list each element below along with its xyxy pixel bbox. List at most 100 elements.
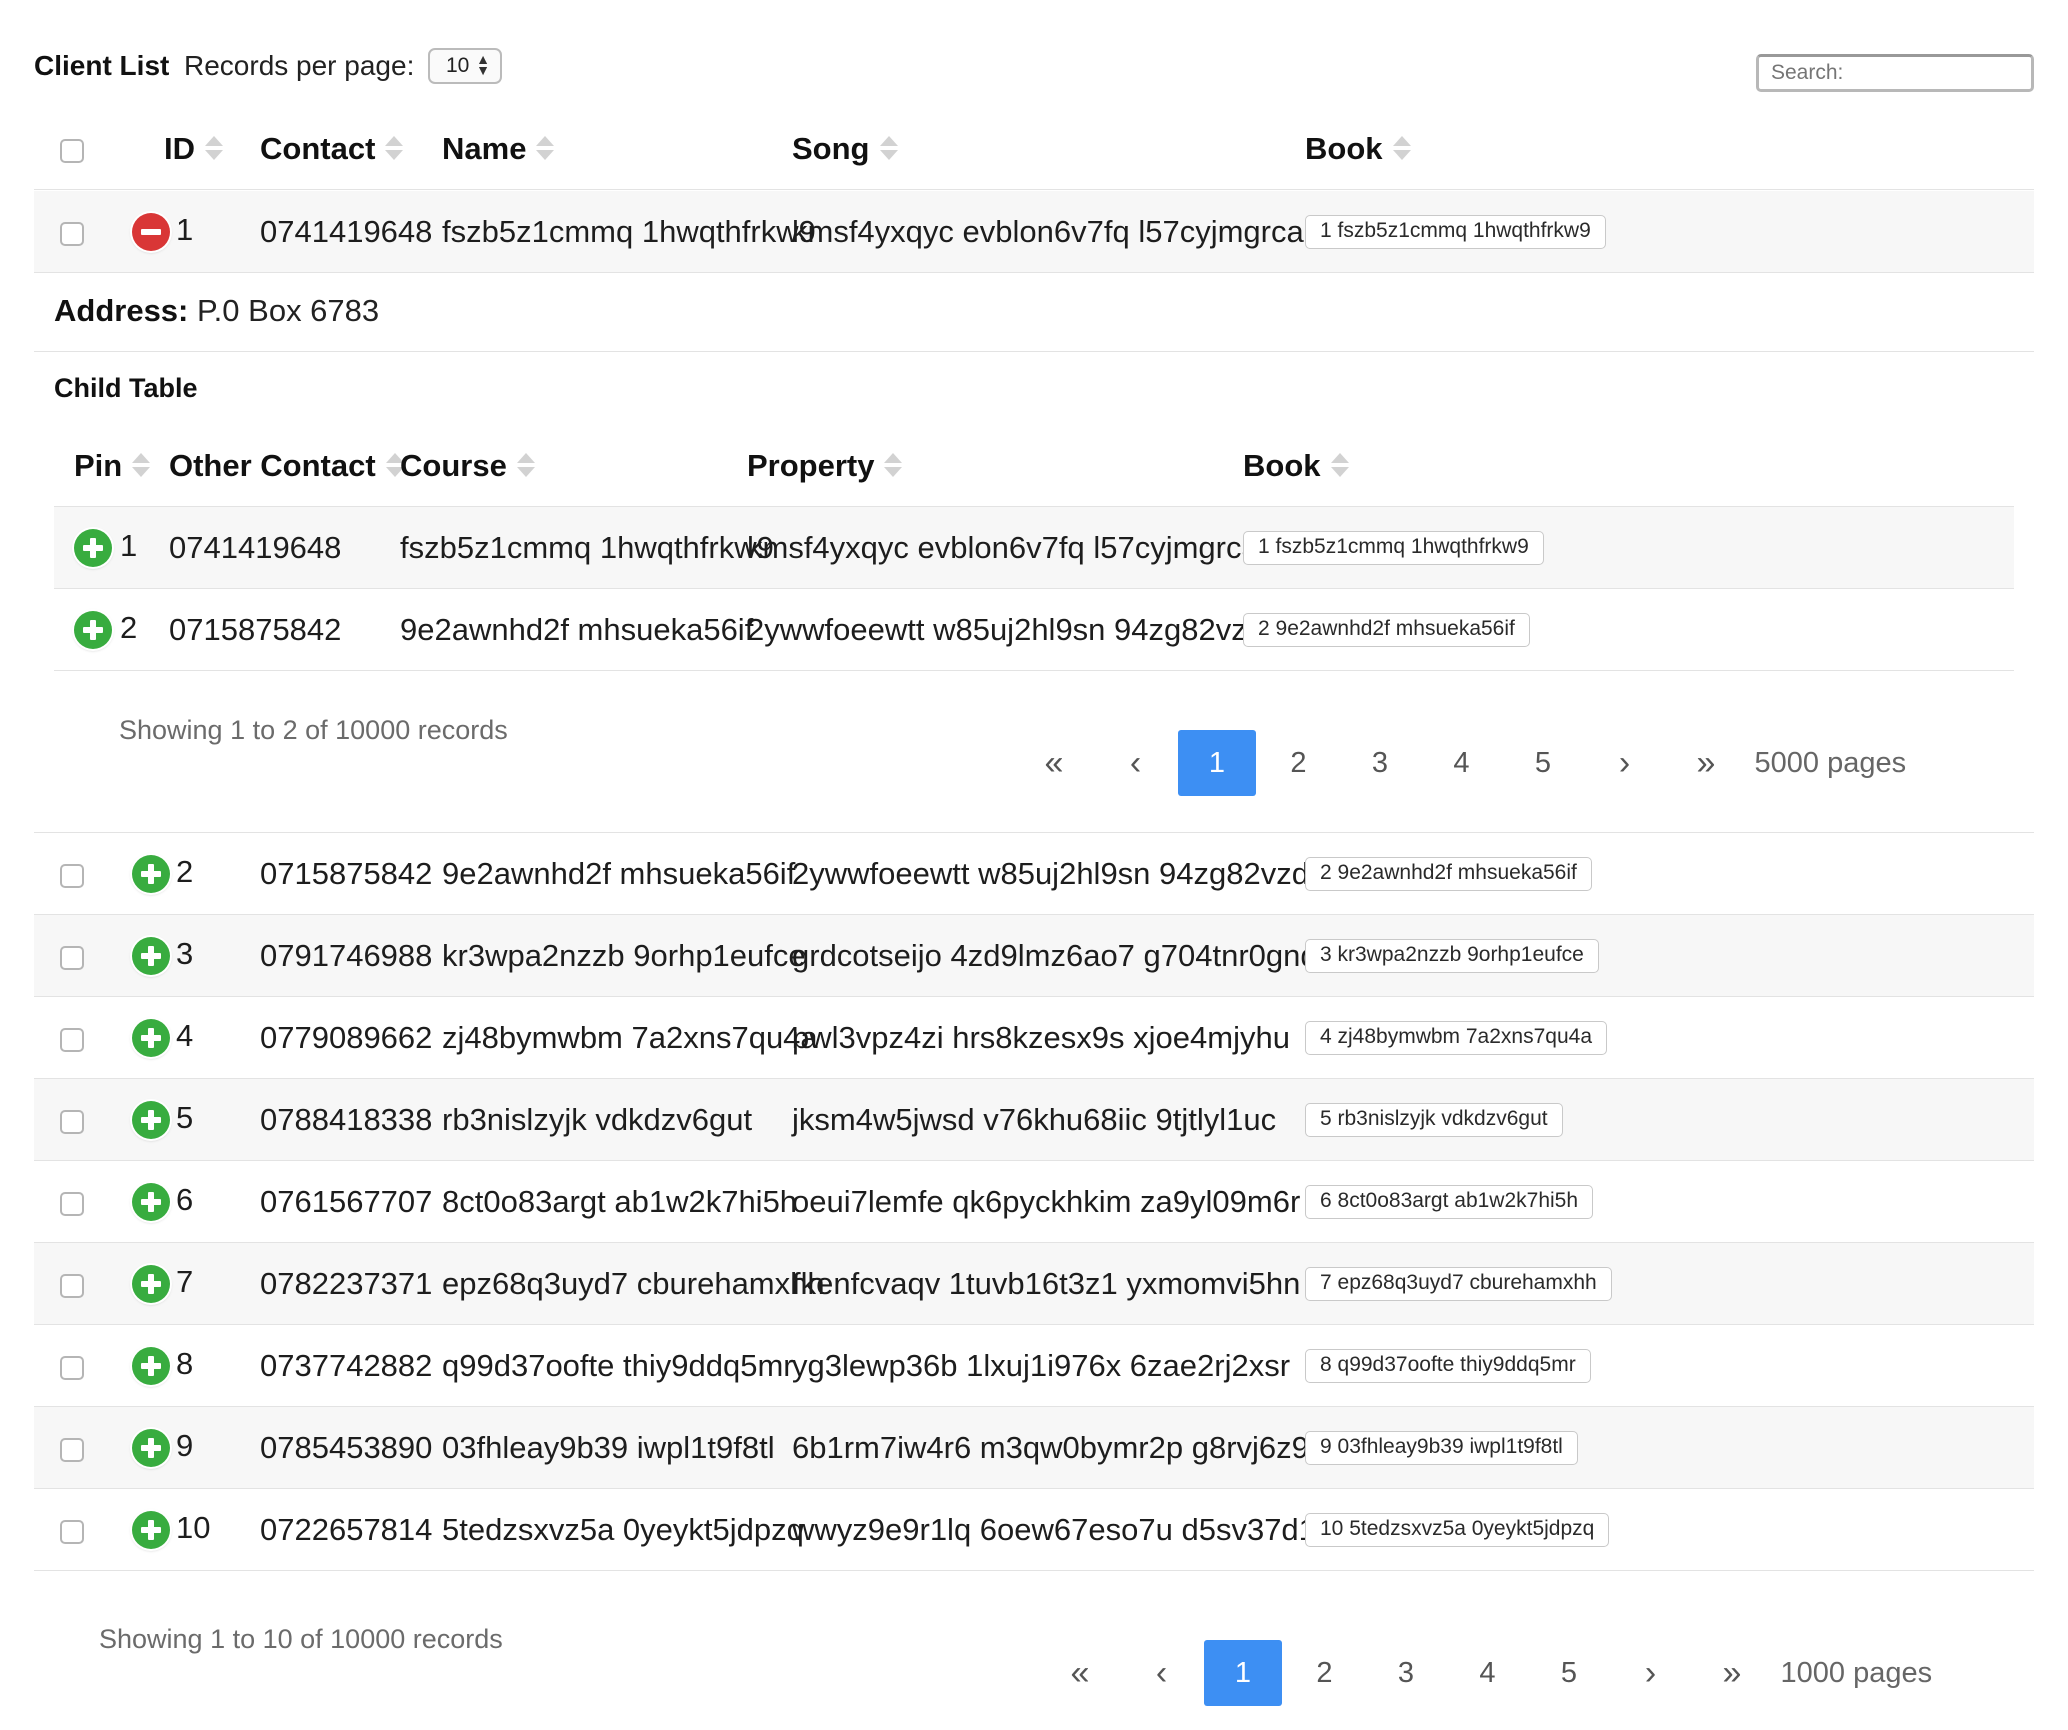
book-badge: 1 fszb5z1cmmq 1hwqthfrkw9 [1305,215,1606,249]
cell-contact: 0715875842 [169,612,342,647]
page-button-2[interactable]: 2 [1286,1640,1364,1706]
address-divider [34,351,2034,352]
column-header-contact[interactable]: Contact [260,108,404,190]
row-checkbox[interactable] [60,864,84,888]
last-page-button[interactable]: » [1693,1640,1771,1706]
page-button-4[interactable]: 4 [1449,1640,1527,1706]
table-row[interactable]: 2 0715875842 9e2awnhd2f mhsueka56if 2ywwfoe… [34,833,2034,915]
page-button-4[interactable]: 4 [1423,730,1501,796]
address-label: Address: [54,293,189,328]
table-row[interactable]: 1 0741419648 fszb5z1cmmq 1hwqthfrkw9 kmsf4y… [34,191,2034,273]
records-per-page-select[interactable]: 10 ▲ ▼ [428,48,502,84]
page-button-3[interactable]: 3 [1341,730,1419,796]
cell-name: q99d37oofte thiy9ddq5mr [442,1348,794,1383]
row-checkbox[interactable] [60,1520,84,1544]
child-column-header-other-contact[interactable]: Other Contact [169,425,404,507]
child-header-row: Pin Other Contact Course Property Book [54,425,2014,507]
row-checkbox[interactable] [60,1192,84,1216]
row-checkbox[interactable] [60,1274,84,1298]
header-row: ID Contact Name Song Book [34,108,2034,190]
column-header-name[interactable]: Name [442,108,555,190]
expand-row-icon[interactable] [74,611,112,649]
row-checkbox[interactable] [60,1110,84,1134]
cell-id: 4 [176,1018,194,1053]
client-list-page: Client List Records per page: 10 ▲▼ ID Co… [0,0,2068,1730]
cell-song: oeui7lemfe qk6pyckhkim za9yl09m6r [792,1184,1301,1219]
last-page-button[interactable]: » [1667,730,1745,796]
next-page-button[interactable]: › [1612,1640,1690,1706]
sort-icon[interactable] [132,452,151,477]
column-header-id[interactable]: ID [164,108,223,190]
expand-row-icon[interactable] [132,1347,170,1385]
select-all-checkbox[interactable] [60,139,84,163]
expand-row-icon[interactable] [132,1101,170,1139]
sort-down-icon [536,149,555,160]
child-column-header-book[interactable]: Book [1243,425,1349,507]
child-column-header-property[interactable]: Property [747,425,903,507]
cell-song: fkenfcvaqv 1tuvb16t3z1 yxmomvi5hn [792,1266,1301,1301]
expand-row-icon[interactable] [132,1429,170,1467]
table-row[interactable]: 10 0722657814 5tedzsxvz5a 0yeykt5jdpzq wwyz… [34,1489,2034,1571]
sort-down-icon [1392,149,1411,160]
next-page-button[interactable]: › [1586,730,1664,796]
child-column-header-course[interactable]: Course [400,425,535,507]
expand-row-icon[interactable] [132,1265,170,1303]
table-row[interactable]: 7 0782237371 epz68q3uyd7 cburehamxhh fkenfc… [34,1243,2034,1325]
child-table-row[interactable]: 1 0741419648 fszb5z1cmmq 1hwqthfrkw9 kmsf4y… [54,507,2014,589]
collapse-row-icon[interactable] [132,213,170,251]
sort-icon[interactable] [385,135,404,160]
expand-row-icon[interactable] [132,1019,170,1057]
first-page-button[interactable]: « [1015,730,1093,796]
book-badge: 5 rb3nislzyjk vdkdzv6gut [1305,1103,1563,1137]
column-header-song[interactable]: Song [792,108,898,190]
row-checkbox[interactable] [60,222,84,246]
sort-icon[interactable] [1392,135,1411,160]
expand-row-icon[interactable] [132,937,170,975]
sort-icon[interactable] [884,452,903,477]
row-checkbox[interactable] [60,1438,84,1462]
previous-page-button[interactable]: ‹ [1097,730,1175,796]
search-input[interactable] [1756,54,2034,92]
column-header-label: ID [164,131,195,166]
table-toolbar: Client List Records per page: 10 ▲ ▼ [34,48,2034,94]
expand-row-icon[interactable] [132,1511,170,1549]
sort-icon[interactable] [1330,452,1349,477]
cell-contact: 0761567707 [260,1184,433,1219]
row-checkbox[interactable] [60,1028,84,1052]
child-table-row[interactable]: 2 0715875842 9e2awnhd2f mhsueka56if 2ywwfoe… [54,589,2014,671]
child-table-pagination: «‹ 1 2 3 4 5 ›» 5000 pages [1015,730,1975,796]
page-button-1[interactable]: 1 [1204,1640,1282,1706]
table-row[interactable]: 4 0779089662 zj48bymwbm 7a2xns7qu4a pwl3vpz… [34,997,2034,1079]
row-checkbox[interactable] [60,946,84,970]
child-column-header-pin[interactable]: Pin [74,425,151,507]
expand-row-icon[interactable] [74,529,112,567]
page-button-5[interactable]: 5 [1504,730,1582,796]
sort-icon[interactable] [205,135,223,160]
page-button-2[interactable]: 2 [1260,730,1338,796]
table-row[interactable]: 6 0761567707 8ct0o83argt ab1w2k7hi5h oeui7l… [34,1161,2034,1243]
page-button-5[interactable]: 5 [1530,1640,1608,1706]
address-value: P.0 Box 6783 [197,293,380,328]
previous-page-button[interactable]: ‹ [1123,1640,1201,1706]
page-button-1[interactable]: 1 [1178,730,1256,796]
table-row[interactable]: 9 0785453890 03fhleay9b39 iwpl1t9f8tl 6b1rm… [34,1407,2034,1489]
sort-icon[interactable] [536,135,555,160]
cell-song: wwyz9e9r1lq 6oew67eso7u d5sv37d1u2r [792,1512,1361,1547]
sort-icon[interactable] [516,452,535,477]
expand-row-icon[interactable] [132,1183,170,1221]
table-row[interactable]: 8 0737742882 q99d37oofte thiy9ddq5mr yg3lew… [34,1325,2034,1407]
column-header-book[interactable]: Book [1305,108,1411,190]
cell-course: fszb5z1cmmq 1hwqthfrkw9 [400,530,774,565]
expand-row-icon[interactable] [132,855,170,893]
icon-bar [148,1028,154,1048]
cell-song: jksm4w5jwsd v76khu68iic 9tjtlyl1uc [792,1102,1277,1137]
table-row[interactable]: 5 0788418338 rb3nislzyjk vdkdzv6gut jksm4w5… [34,1079,2034,1161]
table-row[interactable]: 3 0791746988 kr3wpa2nzzb 9orhp1eufce grdcot… [34,915,2034,997]
cell-song: kmsf4yxqyc evblon6v7fq l57cyjmgrca [792,214,1304,249]
page-button-3[interactable]: 3 [1367,1640,1445,1706]
sort-icon[interactable] [879,135,898,160]
row-checkbox[interactable] [60,1356,84,1380]
first-page-button[interactable]: « [1041,1640,1119,1706]
cell-name: 03fhleay9b39 iwpl1t9f8tl [442,1430,775,1465]
cell-id: 8 [176,1346,194,1381]
